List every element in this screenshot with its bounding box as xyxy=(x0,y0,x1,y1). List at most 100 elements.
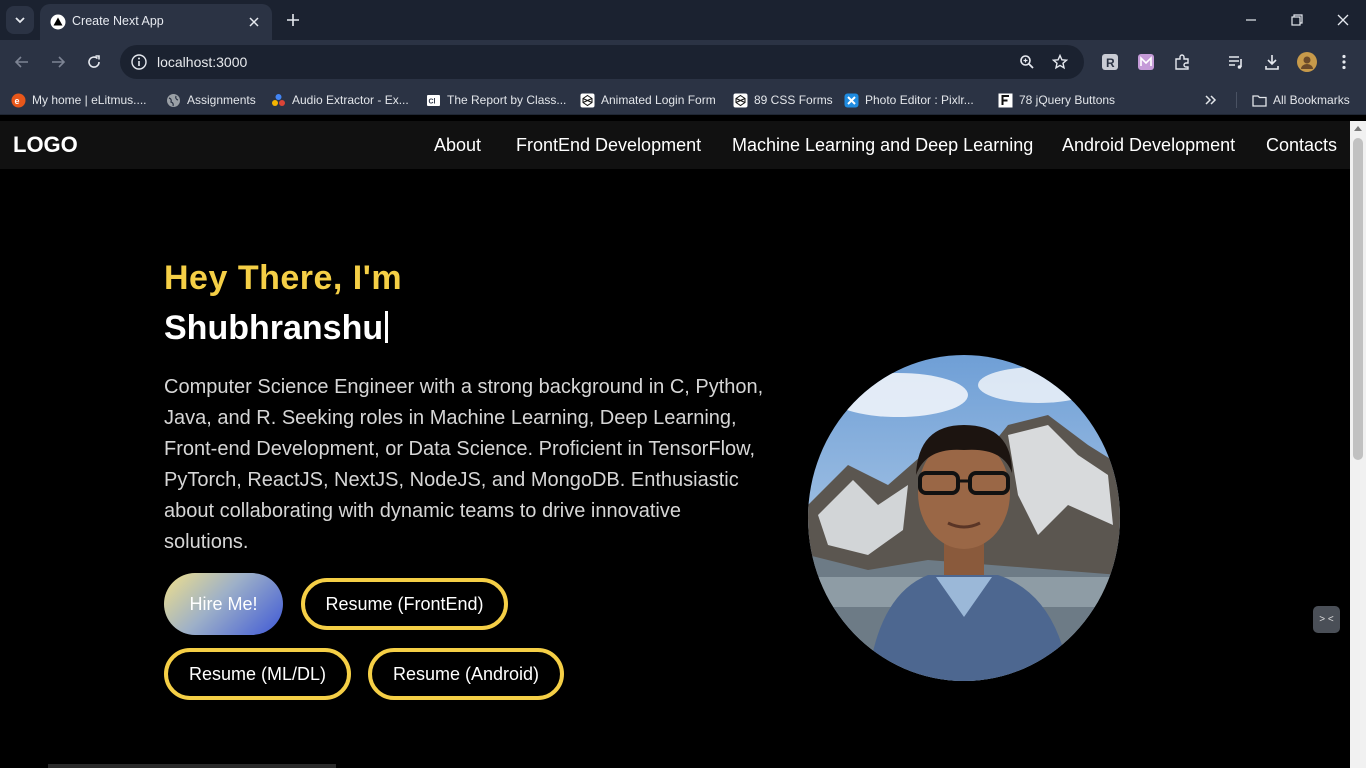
bookmark-item[interactable]: e My home | eLitmus.... xyxy=(11,92,147,108)
bookmark-label: Photo Editor : Pixlr... xyxy=(865,93,974,107)
tab-title: Create Next App xyxy=(72,14,164,28)
resume-frontend-button[interactable]: Resume (FrontEnd) xyxy=(301,578,508,630)
nextjs-favicon-icon xyxy=(50,14,66,30)
media-controls-button[interactable] xyxy=(1226,52,1246,72)
extension-m-button[interactable] xyxy=(1136,52,1156,72)
codepen-icon xyxy=(733,93,748,107)
close-window-button[interactable] xyxy=(1320,0,1366,40)
zoom-icon xyxy=(1020,55,1034,69)
back-button[interactable] xyxy=(8,48,36,76)
close-tab-button[interactable] xyxy=(244,12,264,32)
f-icon xyxy=(998,93,1013,107)
bookmark-item[interactable]: Animated Login Form xyxy=(580,92,716,108)
bookmarks-bar: e My home | eLitmus.... Assignments Audi… xyxy=(0,85,1366,115)
bookmark-item[interactable]: 89 CSS Forms xyxy=(733,92,833,108)
playlist-icon xyxy=(1229,56,1242,69)
nav-link-about[interactable]: About xyxy=(434,135,481,156)
floating-widget-button[interactable]: > < xyxy=(1313,606,1340,633)
bookmark-item[interactable]: Photo Editor : Pixlr... xyxy=(844,92,974,108)
extensions-button[interactable] xyxy=(1172,52,1192,72)
new-tab-button[interactable] xyxy=(281,8,305,32)
double-chevron-right-icon xyxy=(1205,95,1217,105)
tab-search-button[interactable] xyxy=(6,6,34,34)
extension-r-button[interactable]: R xyxy=(1100,52,1120,72)
nav-link-frontend[interactable]: FrontEnd Development xyxy=(516,135,701,156)
zoom-button[interactable] xyxy=(1017,52,1037,72)
hero-name: Shubhranshu xyxy=(164,309,389,348)
downloads-button[interactable] xyxy=(1262,52,1282,72)
download-icon xyxy=(1265,55,1279,70)
bookmark-label: Audio Extractor - Ex... xyxy=(292,93,409,107)
restore-icon xyxy=(1291,14,1303,26)
codepen-icon xyxy=(580,93,595,107)
all-bookmarks-button[interactable]: All Bookmarks xyxy=(1252,92,1350,108)
bookmark-label: My home | eLitmus.... xyxy=(32,93,147,107)
arrow-left-icon xyxy=(14,56,28,68)
close-icon xyxy=(1337,14,1349,26)
bookmark-item[interactable]: Assignments xyxy=(166,92,256,108)
kebab-menu-icon xyxy=(1342,54,1346,70)
report-icon: Cl xyxy=(427,94,440,106)
bookmark-item[interactable]: 78 jQuery Buttons xyxy=(998,92,1115,108)
extension-m-icon xyxy=(1138,54,1154,70)
page-viewport: LOGO About FrontEnd Development Machine … xyxy=(0,121,1350,768)
resume-android-button[interactable]: Resume (Android) xyxy=(368,648,564,700)
bookmark-star-button[interactable] xyxy=(1050,52,1070,72)
scrollbar-thumb[interactable] xyxy=(1353,138,1363,460)
minimize-icon xyxy=(1246,19,1256,21)
elitmus-icon: e xyxy=(11,93,26,107)
avatar-icon xyxy=(1297,52,1317,72)
address-bar[interactable]: localhost:3000 xyxy=(120,45,1084,79)
pixlr-icon xyxy=(844,93,859,107)
bookmark-item[interactable]: Audio Extractor - Ex... xyxy=(271,92,409,108)
bookmark-label: 89 CSS Forms xyxy=(754,93,833,107)
profile-photo xyxy=(808,355,1120,681)
profile-photo-illustration xyxy=(808,355,1120,681)
extension-r-icon: R xyxy=(1102,54,1118,70)
site-logo[interactable]: LOGO xyxy=(13,132,78,158)
bookmark-label: 78 jQuery Buttons xyxy=(1019,93,1116,107)
dots-icon xyxy=(272,93,285,106)
reload-icon xyxy=(88,55,100,68)
folder-icon xyxy=(1252,94,1267,107)
profile-button[interactable] xyxy=(1297,52,1317,72)
hero-greeting: Hey There, I'm xyxy=(164,259,403,297)
close-icon xyxy=(249,17,259,27)
svg-text:e: e xyxy=(15,96,20,106)
forward-button[interactable] xyxy=(44,48,72,76)
hero-bio: Computer Science Engineer with a strong … xyxy=(164,376,764,553)
url-text[interactable]: localhost:3000 xyxy=(157,54,247,70)
bookmark-label: The Report by Class... xyxy=(447,93,567,107)
site-navbar: LOGO About FrontEnd Development Machine … xyxy=(0,121,1350,169)
chevron-down-icon xyxy=(15,17,25,24)
browser-menu-button[interactable] xyxy=(1334,52,1354,72)
minimize-button[interactable] xyxy=(1228,0,1274,40)
browser-tab-bar: Create Next App xyxy=(0,0,1366,40)
bookmark-item[interactable]: Cl The Report by Class... xyxy=(426,92,566,108)
reload-button[interactable] xyxy=(80,48,108,76)
page-scrollbar[interactable] xyxy=(1350,121,1366,768)
bookmark-label: Animated Login Form xyxy=(601,93,716,107)
bookmarks-divider xyxy=(1236,92,1237,108)
site-info-icon[interactable] xyxy=(130,53,148,71)
hire-me-button[interactable]: Hire Me! xyxy=(164,573,283,635)
horizontal-scroll-indicator xyxy=(48,764,336,768)
typed-name: Shubhranshu xyxy=(164,309,384,347)
browser-toolbar: localhost:3000 R xyxy=(0,40,1366,85)
plus-icon xyxy=(287,14,299,26)
svg-text:R: R xyxy=(1106,56,1115,70)
puzzle-icon xyxy=(1175,54,1189,70)
scroll-up-arrow-icon[interactable] xyxy=(1354,126,1362,131)
resume-mldl-button[interactable]: Resume (ML/DL) xyxy=(164,648,351,700)
bookmark-label: Assignments xyxy=(187,93,256,107)
globe-icon xyxy=(167,93,180,107)
more-bookmarks-button[interactable] xyxy=(1204,92,1218,108)
nav-link-contacts[interactable]: Contacts xyxy=(1266,135,1337,156)
all-bookmarks-label: All Bookmarks xyxy=(1273,93,1350,107)
typing-cursor xyxy=(385,311,389,343)
arrow-right-icon xyxy=(52,56,66,68)
browser-tab[interactable]: Create Next App xyxy=(40,4,272,40)
nav-link-android[interactable]: Android Development xyxy=(1062,135,1235,156)
restore-button[interactable] xyxy=(1274,0,1320,40)
nav-link-ml-dl[interactable]: Machine Learning and Deep Learning xyxy=(732,135,1033,156)
